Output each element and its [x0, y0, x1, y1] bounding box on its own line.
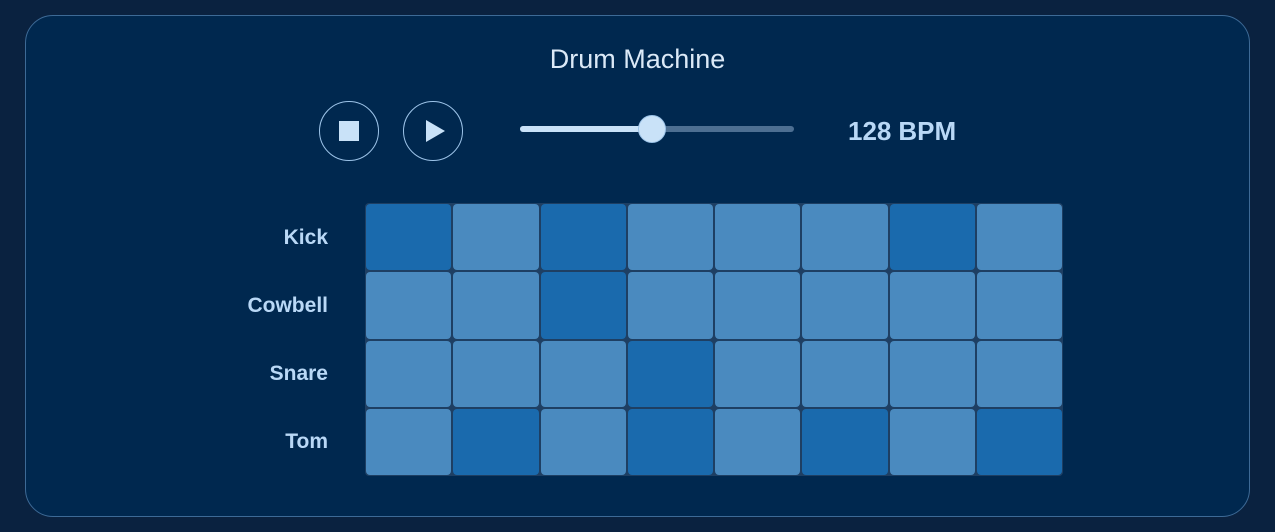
- step-cell-kick-8[interactable]: [976, 204, 1062, 271]
- step-cell-tom-8[interactable]: [976, 408, 1062, 475]
- step-cell-kick-6[interactable]: [802, 204, 888, 271]
- bpm-readout: 128 BPM: [848, 116, 956, 147]
- step-cell-kick-5[interactable]: [715, 204, 801, 271]
- tempo-slider-fill: [520, 126, 652, 132]
- drum-machine-panel: Drum Machine 128 BPM Kick Cowbell Snare T…: [25, 15, 1250, 517]
- step-cell-snare-8[interactable]: [976, 340, 1062, 407]
- row-label-kick: Kick: [283, 226, 328, 249]
- step-cell-kick-1[interactable]: [366, 204, 452, 271]
- step-cell-snare-3[interactable]: [540, 340, 626, 407]
- step-cell-kick-7[interactable]: [889, 204, 975, 271]
- bpm-unit: BPM: [898, 116, 957, 146]
- step-cell-tom-3[interactable]: [540, 408, 626, 475]
- stop-button[interactable]: [319, 101, 379, 161]
- stop-icon: [339, 121, 359, 141]
- step-cell-cowbell-1[interactable]: [366, 272, 452, 339]
- row-label-tom: Tom: [285, 430, 328, 453]
- step-cell-kick-2[interactable]: [453, 204, 539, 271]
- tempo-slider[interactable]: [520, 115, 794, 143]
- step-cell-snare-1[interactable]: [366, 340, 452, 407]
- step-cell-cowbell-6[interactable]: [802, 272, 888, 339]
- row-label-cowbell: Cowbell: [247, 294, 328, 317]
- step-cell-cowbell-8[interactable]: [976, 272, 1062, 339]
- step-cell-cowbell-4[interactable]: [627, 272, 713, 339]
- step-cell-cowbell-2[interactable]: [453, 272, 539, 339]
- step-cell-tom-5[interactable]: [715, 408, 801, 475]
- step-cell-snare-5[interactable]: [715, 340, 801, 407]
- step-sequencer-grid: [365, 203, 1063, 476]
- play-button[interactable]: [403, 101, 463, 161]
- play-icon: [426, 120, 445, 142]
- step-cell-snare-4[interactable]: [627, 340, 713, 407]
- step-cell-cowbell-7[interactable]: [889, 272, 975, 339]
- row-label-snare: Snare: [269, 362, 328, 385]
- step-cell-snare-7[interactable]: [889, 340, 975, 407]
- step-cell-cowbell-3[interactable]: [540, 272, 626, 339]
- step-cell-kick-3[interactable]: [540, 204, 626, 271]
- step-cell-snare-6[interactable]: [802, 340, 888, 407]
- step-cell-tom-4[interactable]: [627, 408, 713, 475]
- step-cell-cowbell-5[interactable]: [715, 272, 801, 339]
- step-cell-tom-7[interactable]: [889, 408, 975, 475]
- step-cell-tom-2[interactable]: [453, 408, 539, 475]
- step-cell-snare-2[interactable]: [453, 340, 539, 407]
- step-cell-tom-6[interactable]: [802, 408, 888, 475]
- bpm-value: 128: [848, 116, 892, 146]
- step-cell-tom-1[interactable]: [366, 408, 452, 475]
- app-title: Drum Machine: [549, 44, 726, 74]
- step-cell-kick-4[interactable]: [627, 204, 713, 271]
- tempo-slider-thumb[interactable]: [637, 115, 666, 143]
